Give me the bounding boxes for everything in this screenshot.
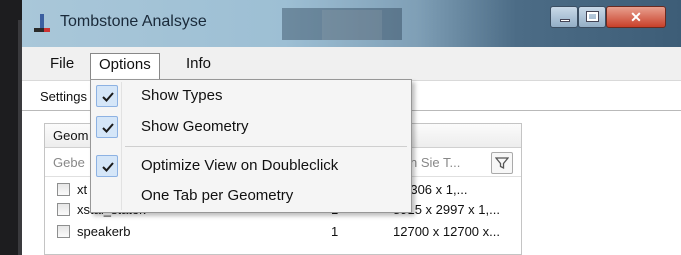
filter-button[interactable] [491,152,513,174]
row-name: xt [77,182,88,197]
minimize-icon [560,19,570,22]
menu-item-show-geometry[interactable]: Show Geometry [93,113,409,141]
row-checkbox[interactable] [57,203,70,216]
menu-bar: File Options Info [22,47,681,81]
checkmark-icon [96,116,118,138]
titlebar-glass-shadow [282,8,402,40]
menu-item-label: Show Types [141,87,223,104]
tab-settings[interactable]: Settings [40,89,87,104]
app-icon [34,14,50,34]
filter-size-input[interactable]: n Sie T... [410,155,460,170]
menu-file[interactable]: File [42,53,82,77]
menu-item-label: One Tab per Geometry [141,187,294,204]
table-row[interactable]: speakerb 1 12700 x 12700 x... [45,222,521,242]
menu-item-label: Optimize View on Doubleclick [141,157,339,174]
row-checkbox[interactable] [57,183,70,196]
row-count: 1 [331,224,339,239]
menu-info[interactable]: Info [178,53,219,77]
funnel-icon [495,157,509,170]
row-name: speakerb [77,224,131,239]
row-checkbox[interactable] [57,225,70,238]
minimize-button[interactable] [550,6,578,28]
title-bar[interactable]: Tombstone Analsyse ✕ [22,0,681,47]
menu-options[interactable]: Options [90,53,160,81]
row-size: 12700 x 12700 x... [393,224,500,239]
maximize-button[interactable] [578,6,606,28]
close-button[interactable]: ✕ [606,6,666,28]
window-title: Tombstone Analsyse [60,13,207,30]
menu-item-label: Show Geometry [141,118,249,135]
menu-item-show-types[interactable]: Show Types [93,82,409,110]
filter-name-input[interactable]: Gebe [53,155,85,170]
menu-item-one-tab-per-geometry[interactable]: One Tab per Geometry [93,182,409,210]
background-edge [0,0,22,255]
column-header-geometry[interactable]: Geom [53,128,88,143]
menu-item-optimize-view[interactable]: Optimize View on Doubleclick [93,152,409,180]
menu-separator [125,146,407,147]
maximize-icon [586,11,599,22]
checkmark-icon [96,155,118,177]
checkmark-icon [96,85,118,107]
close-icon: ✕ [630,9,642,25]
options-dropdown-menu: Show Types Show Geometry Optimize View o… [90,79,412,213]
